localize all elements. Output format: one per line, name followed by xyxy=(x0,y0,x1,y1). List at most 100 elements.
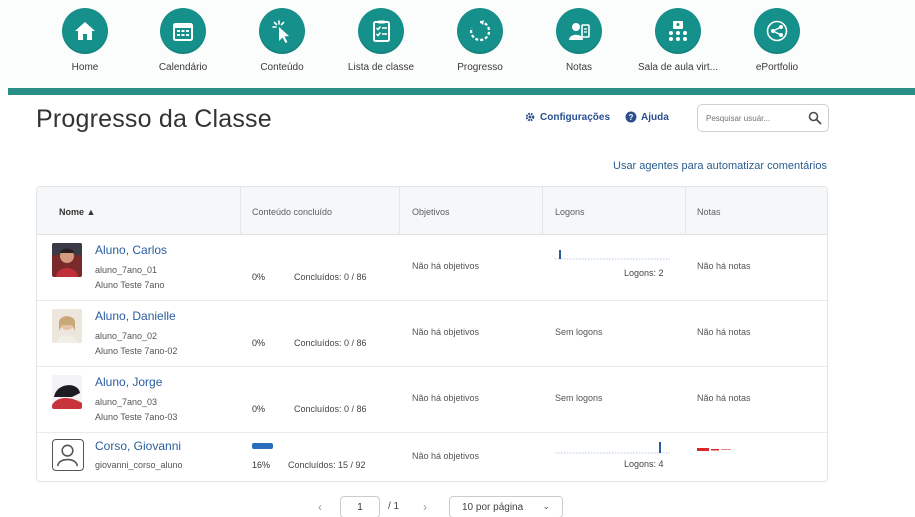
logons-status: Sem logons xyxy=(555,393,603,403)
student-username: aluno_7ano_01 xyxy=(95,265,158,275)
content-percent: 0% xyxy=(252,338,266,348)
objectives-status: Não há objetivos xyxy=(412,327,480,337)
search-box xyxy=(697,104,829,132)
notes-status: Não há notas xyxy=(697,393,751,403)
table-header: Nome ▲ Conteúdo concluído Objetivos Logo… xyxy=(37,187,827,235)
nav-calendar[interactable]: Calendário xyxy=(128,8,238,73)
automate-feedback-link[interactable]: Usar agentes para automatizar comentário… xyxy=(613,160,827,172)
nav-eportfolio-label: ePortfolio xyxy=(755,62,799,73)
student-name-link[interactable]: Aluno, Jorge xyxy=(95,375,162,389)
table-row: Aluno, Carlos aluno_7ano_01 Aluno Teste … xyxy=(37,235,827,301)
logons-count: Logons: 2 xyxy=(624,268,664,278)
student-name-link[interactable]: Corso, Giovanni xyxy=(95,439,181,453)
nav-progress-label: Progresso xyxy=(457,62,503,73)
course-navbar: Home Calendário Conteúdo Lista de classe… xyxy=(0,0,915,88)
default-user-icon xyxy=(52,439,84,471)
content-completed: Concluídos: 15 / 92 xyxy=(288,460,366,470)
page-total: / 1 xyxy=(388,501,400,512)
table-row: Corso, Giovanni giovanni_corso_aluno 16%… xyxy=(37,433,827,481)
avatar xyxy=(52,243,82,277)
nav-virtual-classroom-label: Sala de aula virt... xyxy=(637,62,719,73)
objectives-status: Não há objetivos xyxy=(412,393,480,403)
page-number-input[interactable] xyxy=(340,496,380,517)
settings-link[interactable]: Configurações xyxy=(524,111,610,123)
page-title: Progresso da Classe xyxy=(36,105,272,133)
nav-home-label: Home xyxy=(71,62,99,73)
student-name-link[interactable]: Aluno, Carlos xyxy=(95,243,167,257)
student-username: aluno_7ano_02 xyxy=(95,331,158,341)
page-size-value: 10 por página xyxy=(462,502,524,513)
logons-sparkline[interactable] xyxy=(555,243,670,263)
content-completed: Concluídos: 0 / 86 xyxy=(294,404,367,414)
progress-refresh-icon xyxy=(457,8,503,54)
content-percent: 16% xyxy=(252,460,271,470)
content-cursor-icon xyxy=(259,8,305,54)
nav-home[interactable]: Home xyxy=(30,8,140,73)
nav-progress[interactable]: Progresso xyxy=(425,8,535,73)
help-label: Ajuda xyxy=(641,111,669,123)
logons-count: Logons: 4 xyxy=(624,459,664,469)
logons-sparkline[interactable] xyxy=(555,437,670,457)
next-page-button[interactable]: › xyxy=(423,500,427,514)
svg-text:?: ? xyxy=(629,113,634,122)
objectives-status: Não há objetivos xyxy=(412,261,480,271)
student-name-link[interactable]: Aluno, Danielle xyxy=(95,309,176,323)
content-percent: 0% xyxy=(252,404,266,414)
share-icon xyxy=(754,8,800,54)
content-progress-bar xyxy=(252,443,372,449)
content-progress-fill xyxy=(252,443,273,449)
pagination: ‹ / 1 › 10 por página ⌄ xyxy=(0,496,915,517)
table-row: Aluno, Jorge aluno_7ano_03 Aluno Teste 7… xyxy=(37,367,827,433)
chevron-down-icon: ⌄ xyxy=(542,501,550,511)
column-divider xyxy=(240,187,241,235)
settings-label: Configurações xyxy=(540,111,611,123)
search-icon[interactable] xyxy=(808,111,822,125)
content-completed: Concluídos: 0 / 86 xyxy=(294,272,367,282)
column-divider xyxy=(685,187,686,235)
objectives-status: Não há objetivos xyxy=(412,451,480,461)
grades-sparkline[interactable] xyxy=(697,445,737,455)
student-username: giovanni_corso_aluno xyxy=(95,460,183,470)
col-header-notes[interactable]: Notas xyxy=(697,207,721,217)
student-orgname: Aluno Teste 7ano-03 xyxy=(95,412,178,422)
help-link[interactable]: ? Ajuda xyxy=(625,111,669,123)
col-header-objectives[interactable]: Objetivos xyxy=(412,207,450,217)
nav-calendar-label: Calendário xyxy=(158,62,208,73)
nav-virtual-classroom[interactable]: Sala de aula virt... xyxy=(623,8,733,73)
content-percent: 0% xyxy=(252,272,266,282)
column-divider xyxy=(399,187,400,235)
logons-status: Sem logons xyxy=(555,327,603,337)
calendar-icon xyxy=(160,8,206,54)
content-completed: Concluídos: 0 / 86 xyxy=(294,338,367,348)
student-orgname: Aluno Teste 7ano-02 xyxy=(95,346,178,356)
page-size-select[interactable]: 10 por página ⌄ xyxy=(449,496,563,517)
notes-status: Não há notas xyxy=(697,261,751,271)
nav-classlist[interactable]: Lista de classe xyxy=(326,8,436,73)
nav-eportfolio[interactable]: ePortfolio xyxy=(722,8,832,73)
gear-icon xyxy=(525,112,535,122)
table-row: Aluno, Danielle aluno_7ano_02 Aluno Test… xyxy=(37,301,827,367)
nav-grades-label: Notas xyxy=(565,62,593,73)
avatar xyxy=(52,309,82,343)
col-header-content[interactable]: Conteúdo concluído xyxy=(252,207,332,217)
student-username: aluno_7ano_03 xyxy=(95,397,158,407)
avatar xyxy=(52,375,82,409)
prev-page-button[interactable]: ‹ xyxy=(318,500,322,514)
navbar-divider xyxy=(8,88,915,95)
nav-grades[interactable]: Notas xyxy=(524,8,634,73)
grades-icon xyxy=(556,8,602,54)
column-divider xyxy=(542,187,543,235)
col-header-logons[interactable]: Logons xyxy=(555,207,585,217)
checklist-icon xyxy=(358,8,404,54)
col-header-name[interactable]: Nome ▲ xyxy=(59,207,95,217)
nav-classlist-label: Lista de classe xyxy=(347,62,415,73)
class-progress-table: Nome ▲ Conteúdo concluído Objetivos Logo… xyxy=(36,186,828,482)
student-orgname: Aluno Teste 7ano xyxy=(95,280,165,290)
help-icon: ? xyxy=(625,111,637,123)
nav-content-label: Conteúdo xyxy=(260,62,304,73)
virtual-classroom-icon xyxy=(655,8,701,54)
nav-content[interactable]: Conteúdo xyxy=(227,8,337,73)
notes-status: Não há notas xyxy=(697,327,751,337)
home-icon xyxy=(62,8,108,54)
search-input[interactable] xyxy=(698,105,798,131)
